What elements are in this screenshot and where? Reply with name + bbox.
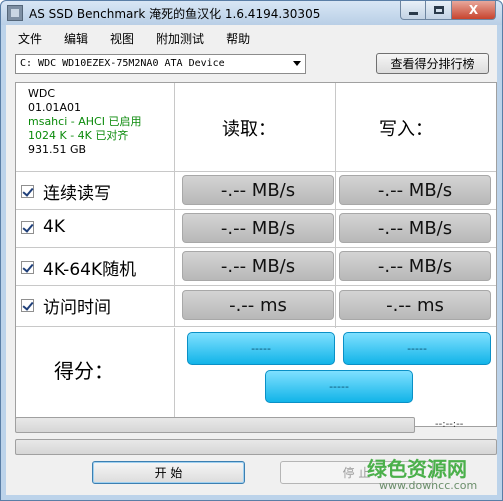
menu-file[interactable]: 文件 bbox=[6, 28, 52, 48]
maximize-button[interactable] bbox=[426, 1, 452, 20]
access-read-result: -.-- ms bbox=[182, 290, 334, 320]
chevron-down-icon bbox=[293, 61, 301, 66]
checkbox[interactable] bbox=[21, 261, 34, 274]
seq-write-result: -.-- MB/s bbox=[339, 175, 491, 205]
drive-firmware: 01.01A01 bbox=[28, 101, 82, 114]
read-column-header: 读取： bbox=[222, 119, 276, 140]
menu-extra-tests[interactable]: 附加测试 bbox=[144, 28, 214, 48]
4k-read-result: -.-- MB/s bbox=[182, 213, 334, 243]
seq-read-result: -.-- MB/s bbox=[182, 175, 334, 205]
test-row-access[interactable]: 访问时间 bbox=[21, 293, 111, 318]
drive-info: WDC 01.01A01 msahci - AHCI 已启用 1024 K - … bbox=[28, 87, 141, 157]
total-score: ----- bbox=[265, 370, 413, 403]
elapsed-time: --:--:-- bbox=[435, 419, 464, 430]
checkbox[interactable] bbox=[21, 220, 34, 234]
write-column-header: 写入： bbox=[379, 119, 433, 140]
window-controls: X bbox=[400, 1, 496, 20]
drive-alignment: 1024 K - 4K 已对齐 bbox=[28, 129, 129, 142]
test-label: 连续读写 bbox=[43, 184, 111, 204]
results-grid: WDC 01.01A01 msahci - AHCI 已启用 1024 K - … bbox=[15, 82, 497, 427]
checkbox[interactable] bbox=[21, 299, 34, 312]
read-score: ----- bbox=[187, 332, 335, 365]
test-label: 访问时间 bbox=[43, 298, 111, 318]
test-row-seq[interactable]: 连续读写 bbox=[21, 179, 111, 204]
ranking-button[interactable]: 查看得分排行榜 bbox=[376, 53, 489, 74]
checkbox[interactable] bbox=[21, 185, 34, 198]
close-icon: X bbox=[468, 3, 479, 17]
grid-divider bbox=[16, 171, 496, 172]
title-bar[interactable]: AS SSD Benchmark 淹死的鱼汉化 1.6.4194.30305 X bbox=[1, 1, 502, 25]
test-row-4k64[interactable]: 4K-64K随机 bbox=[21, 255, 136, 280]
minimize-button[interactable] bbox=[400, 1, 426, 20]
start-button[interactable]: 开 始 bbox=[92, 461, 245, 484]
test-label: 4K-64K随机 bbox=[43, 260, 137, 280]
grid-divider bbox=[174, 328, 175, 426]
window-title: AS SSD Benchmark 淹死的鱼汉化 1.6.4194.30305 bbox=[29, 7, 321, 21]
grid-divider bbox=[16, 247, 496, 248]
close-button[interactable]: X bbox=[452, 1, 496, 20]
client-area: 文件 编辑 视图 附加测试 帮助 C: WDC WD10EZEX-75M2NA0… bbox=[6, 25, 497, 495]
access-write-result: -.-- ms bbox=[339, 290, 491, 320]
app-icon bbox=[7, 5, 23, 21]
grid-divider bbox=[16, 285, 496, 286]
minimize-icon bbox=[408, 11, 418, 15]
menu-help[interactable]: 帮助 bbox=[214, 28, 260, 48]
drive-size: 931.51 GB bbox=[28, 143, 87, 156]
4k-write-result: -.-- MB/s bbox=[339, 213, 491, 243]
watermark-logo: 绿色资源网 bbox=[367, 457, 467, 481]
drive-name: WDC bbox=[28, 87, 56, 100]
drive-select-value: C: WDC WD10EZEX-75M2NA0 ATA Device bbox=[20, 58, 225, 69]
grid-divider bbox=[16, 326, 496, 327]
test-row-4k[interactable]: 4K bbox=[21, 217, 65, 237]
grid-divider bbox=[16, 209, 496, 210]
score-label: 得分： bbox=[54, 359, 114, 383]
app-window: AS SSD Benchmark 淹死的鱼汉化 1.6.4194.30305 X… bbox=[0, 0, 503, 501]
4k64-read-result: -.-- MB/s bbox=[182, 251, 334, 281]
grid-divider bbox=[174, 83, 175, 326]
write-score: ----- bbox=[343, 332, 491, 365]
test-label: 4K bbox=[43, 217, 65, 237]
watermark-url: www.downcc.com bbox=[379, 479, 478, 492]
menu-edit[interactable]: 编辑 bbox=[52, 28, 98, 48]
grid-divider bbox=[335, 83, 336, 328]
menu-view[interactable]: 视图 bbox=[98, 28, 144, 48]
maximize-icon bbox=[433, 6, 444, 14]
progress-bar-test bbox=[15, 417, 415, 433]
drive-select[interactable]: C: WDC WD10EZEX-75M2NA0 ATA Device bbox=[15, 54, 306, 74]
4k64-write-result: -.-- MB/s bbox=[339, 251, 491, 281]
menu-bar: 文件 编辑 视图 附加测试 帮助 bbox=[6, 28, 260, 48]
drive-driver: msahci - AHCI 已启用 bbox=[28, 115, 142, 128]
